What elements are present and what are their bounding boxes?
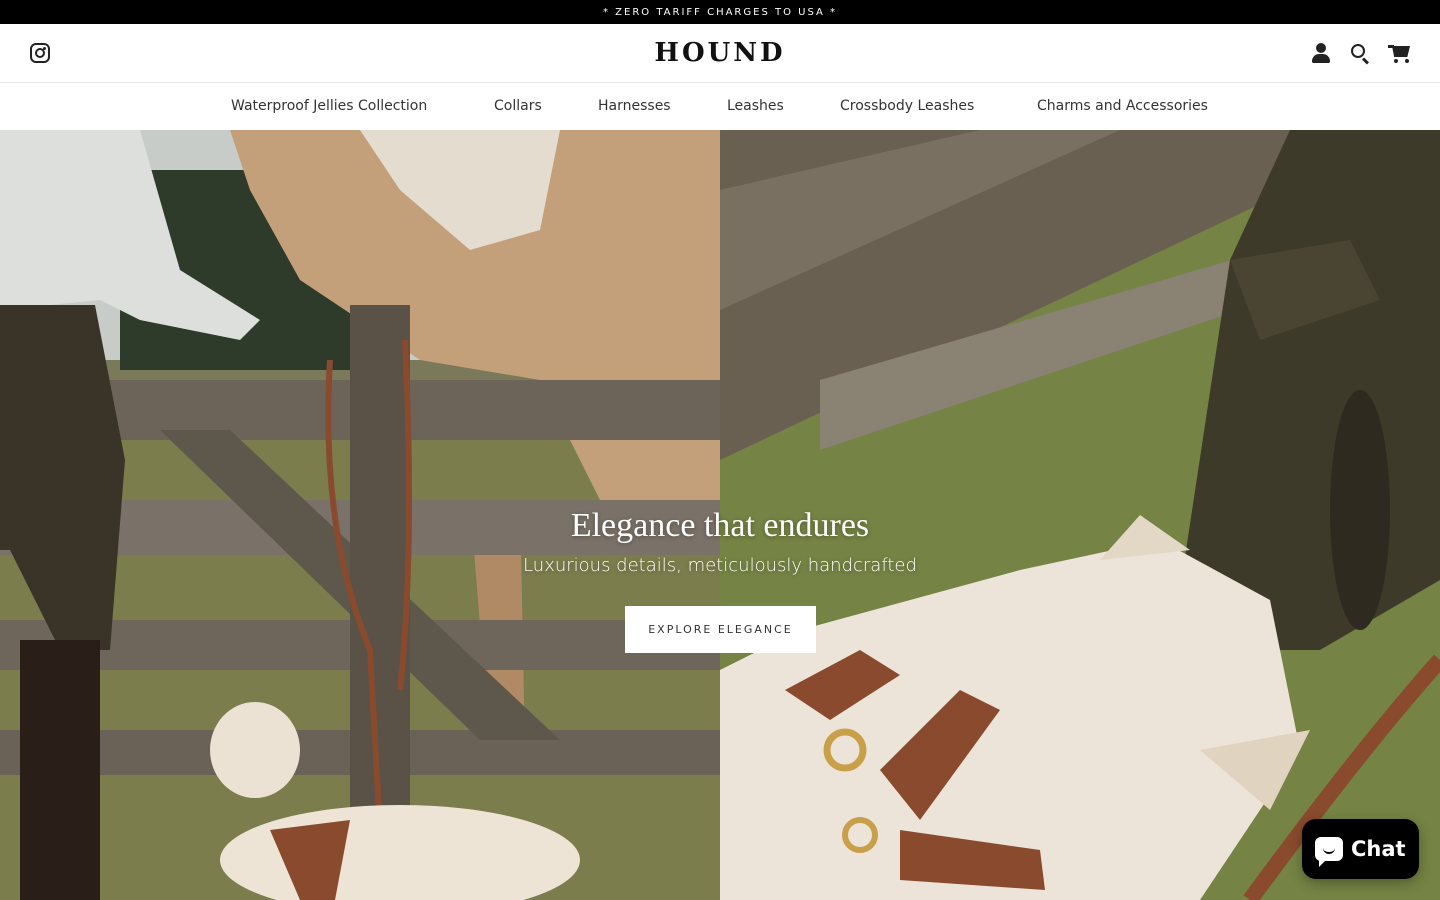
cart-icon[interactable] (1388, 42, 1412, 64)
user-icon[interactable] (1310, 42, 1332, 64)
nav-item-collars[interactable]: Collars (494, 98, 542, 114)
nav-item-waterproof-jellies[interactable]: Waterproof Jellies Collection (231, 98, 427, 114)
announcement-text: * ZERO TARIFF CHARGES TO USA * (602, 6, 837, 18)
hero-title: Elegance that endures (570, 507, 870, 544)
search-icon[interactable] (1349, 42, 1371, 65)
explore-elegance-button[interactable]: EXPLORE ELEGANCE (625, 606, 816, 653)
nav-item-charms-accessories[interactable]: Charms and Accessories (1037, 98, 1208, 114)
nav-item-crossbody-leashes[interactable]: Crossbody Leashes (840, 98, 974, 114)
chat-bubble-icon (1315, 837, 1343, 867)
nav-item-leashes[interactable]: Leashes (727, 98, 784, 114)
site-header: HOUND (0, 24, 1440, 83)
nav-item-harnesses[interactable]: Harnesses (598, 98, 671, 114)
site-logo[interactable]: HOUND (620, 38, 820, 68)
chat-button[interactable]: Chat (1302, 819, 1419, 879)
announcement-bar: * ZERO TARIFF CHARGES TO USA * (0, 0, 1440, 24)
hero-subtitle: Luxurious details, meticulously handcraf… (523, 555, 917, 576)
main-nav: Waterproof Jellies Collection Collars Ha… (0, 83, 1440, 130)
instagram-icon[interactable] (30, 43, 50, 63)
chat-label: Chat (1351, 837, 1406, 861)
hero-banner: Elegance that endures Luxurious details,… (0, 130, 1440, 900)
